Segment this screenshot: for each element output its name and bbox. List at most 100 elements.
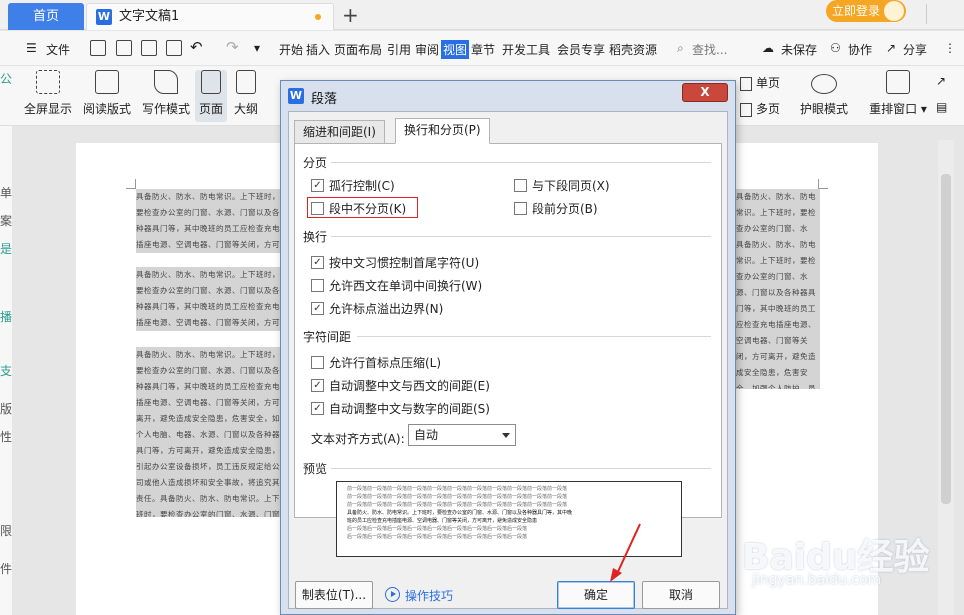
login-button[interactable]: 立即登录 xyxy=(826,0,906,22)
redo-icon[interactable]: ↷ xyxy=(226,38,239,56)
new-tab-button[interactable]: + xyxy=(342,2,359,28)
multi-page-button[interactable]: 多页 xyxy=(740,100,780,117)
left-strip-text: 播 xyxy=(0,310,13,324)
preview-prev-line: 前一段落前一段落前一段落前一段落前一段落前一段落前一段落前一段落前一段落前一段落… xyxy=(347,502,568,508)
checkbox-box[interactable] xyxy=(514,202,527,215)
checkbox-hanging-punctuation[interactable]: ✓ 允许标点溢出边界(N) xyxy=(311,302,443,316)
menu-insert[interactable]: 插入 xyxy=(306,41,330,58)
section-pagination: 分页 xyxy=(303,156,328,170)
checkbox-label: 段前分页(B) xyxy=(532,202,598,216)
more-chevron-icon[interactable]: ▾ xyxy=(254,41,260,55)
menu-chapter[interactable]: 章节 xyxy=(471,41,495,58)
left-strip-text: 公 xyxy=(0,72,13,86)
menu-reference[interactable]: 引用 xyxy=(387,41,411,58)
new-window-icon[interactable]: ↗ xyxy=(936,74,946,88)
checkbox-box[interactable] xyxy=(311,356,324,369)
checkbox-box[interactable]: ✓ xyxy=(311,379,324,392)
checkbox-keep-with-next[interactable]: 与下段同页(X) xyxy=(514,179,610,193)
search-icon: ⌕ xyxy=(677,41,684,55)
checkbox-box[interactable]: ✓ xyxy=(311,402,324,415)
checkbox-keep-lines-together[interactable]: 段中不分页(K) xyxy=(311,202,406,216)
menu-devtools[interactable]: 开发工具 xyxy=(502,41,550,58)
split-window-icon[interactable]: ▤ xyxy=(936,100,947,114)
fullscreen-button[interactable]: 全屏显示 xyxy=(22,70,74,117)
checkbox-widow-control[interactable]: ✓ 孤行控制(C) xyxy=(311,179,395,193)
menu-layout[interactable]: 页面布局 xyxy=(334,41,382,58)
share-button[interactable]: 分享 xyxy=(903,41,927,58)
checkbox-box[interactable]: ✓ xyxy=(311,302,324,315)
fullscreen-label: 全屏显示 xyxy=(23,102,72,116)
menu-member[interactable]: 会员专享 xyxy=(557,41,605,58)
page-view-button[interactable]: 页面 xyxy=(195,70,227,122)
search-input[interactable]: 查找... xyxy=(692,41,727,58)
checkbox-auto-space-latin[interactable]: ✓ 自动调整中文与西文的间距(E) xyxy=(311,379,490,393)
more-menu-icon[interactable]: ⋮ xyxy=(944,41,956,55)
checkbox-word-wrap[interactable]: 允许西文在单词中间换行(W) xyxy=(311,279,482,293)
writing-mode-label: 写作模式 xyxy=(141,102,190,116)
window-controls[interactable] xyxy=(926,4,964,24)
single-page-button[interactable]: 单页 xyxy=(740,74,780,91)
checkbox-box[interactable] xyxy=(514,179,527,192)
wps-writer-icon: W xyxy=(288,88,304,104)
tab-home[interactable]: 首页 xyxy=(8,3,84,30)
menu-start[interactable]: 开始 xyxy=(279,41,303,58)
checkbox-box[interactable]: ✓ xyxy=(311,179,324,192)
preview-sample-line: 具备防火、防水、防电常识。上下班时，要检查办公室的门窗、水源、门窗以及各种器具门… xyxy=(347,510,573,516)
export-icon[interactable] xyxy=(116,40,132,56)
margin-corner xyxy=(818,179,828,189)
text-align-select[interactable]: 自动 xyxy=(408,424,516,446)
dialog-title-bar[interactable]: W 段落 X xyxy=(281,81,735,111)
eye-protect-button[interactable]: 护眼模式 xyxy=(798,70,850,117)
checkbox-box[interactable] xyxy=(311,279,324,292)
rearrange-window-icon xyxy=(886,70,910,94)
page-icon xyxy=(201,70,221,94)
print-icon[interactable] xyxy=(141,40,157,56)
tab-stops-button[interactable]: 制表位(T)... xyxy=(295,581,373,609)
paragraph-3-left[interactable]: 具备防火、防水、防电常识。上下班时，要检查办公室的门窗、水源、门窗以及各种器具门… xyxy=(136,347,286,517)
outline-view-button[interactable]: 大纲 xyxy=(232,70,260,117)
checkbox-auto-space-number[interactable]: ✓ 自动调整中文与数字的间距(S) xyxy=(311,402,490,416)
checkbox-box[interactable]: ✓ xyxy=(311,256,324,269)
menu-hamburger-icon[interactable]: ☰ xyxy=(26,41,37,55)
paragraph-2-left[interactable]: 具备防火、防水、防电常识。上下班时，要检查办公室的门窗、水源、门窗以及各种器具门… xyxy=(136,267,286,331)
checkbox-box[interactable] xyxy=(311,202,324,215)
menu-file[interactable]: 文件 xyxy=(46,41,70,58)
checkbox-chinese-line-rules[interactable]: ✓ 按中文习惯控制首尾字符(U) xyxy=(311,256,479,270)
fullscreen-icon xyxy=(36,70,60,94)
paragraph-1-left[interactable]: 具备防火、防水、防电常识。上下班时，要检查办公室的门窗、水源、门窗以及各种器具门… xyxy=(136,189,286,253)
reading-mode-button[interactable]: 阅读版式 xyxy=(81,70,133,117)
section-char-spacing: 字符间距 xyxy=(303,330,352,344)
section-divider xyxy=(331,468,711,469)
close-button[interactable]: X xyxy=(682,83,728,102)
single-page-label: 单页 xyxy=(756,76,781,90)
outline-icon xyxy=(236,70,256,94)
unsaved-status[interactable]: 未保存 xyxy=(781,41,817,58)
tab-document[interactable]: W 文字文稿1 xyxy=(86,3,334,30)
text-align-label: 文本对齐方式(A): xyxy=(311,432,405,446)
cancel-button[interactable]: 取消 xyxy=(642,581,720,609)
tips-link[interactable]: 操作技巧 xyxy=(385,587,453,604)
undo-icon[interactable]: ↶ xyxy=(190,38,203,56)
checkbox-page-break-before[interactable]: 段前分页(B) xyxy=(514,202,598,216)
print-preview-icon[interactable] xyxy=(166,40,182,56)
collab-button[interactable]: 协作 xyxy=(848,41,872,58)
menu-review[interactable]: 审阅 xyxy=(415,41,439,58)
paragraph-2-right[interactable]: 具备防火、防水、防电常识。上下班时，要检查办公室的门窗、水源、门窗以及各种器具门… xyxy=(736,237,820,389)
book-icon xyxy=(95,70,119,94)
section-divider xyxy=(331,162,711,163)
rearrange-window-button[interactable]: 重排窗口 ▾ xyxy=(868,70,928,117)
writing-mode-button[interactable]: 写作模式 xyxy=(140,70,192,117)
save-icon[interactable] xyxy=(90,40,106,56)
tab-line-page-break[interactable]: 换行和分页(P) xyxy=(395,118,490,144)
vertical-scrollbar[interactable] xyxy=(938,140,954,615)
checkbox-label: 段中不分页(K) xyxy=(329,202,407,216)
left-side-panel: 公 单 案 是 播 支 版 性 限 件 xyxy=(0,72,13,615)
tab-indent-spacing[interactable]: 缩进和间距(I) xyxy=(294,120,385,144)
checkbox-label: 允许标点溢出边界(N) xyxy=(329,302,444,316)
menu-view[interactable]: 视图 xyxy=(441,40,470,59)
checkbox-compress-punctuation[interactable]: 允许行首标点压缩(L) xyxy=(311,356,441,370)
menu-resources[interactable]: 稻壳资源 xyxy=(609,41,657,58)
scrollbar-thumb[interactable] xyxy=(941,174,951,504)
dialog-title: 段落 xyxy=(311,92,338,107)
left-strip-text: 是 xyxy=(0,242,13,256)
